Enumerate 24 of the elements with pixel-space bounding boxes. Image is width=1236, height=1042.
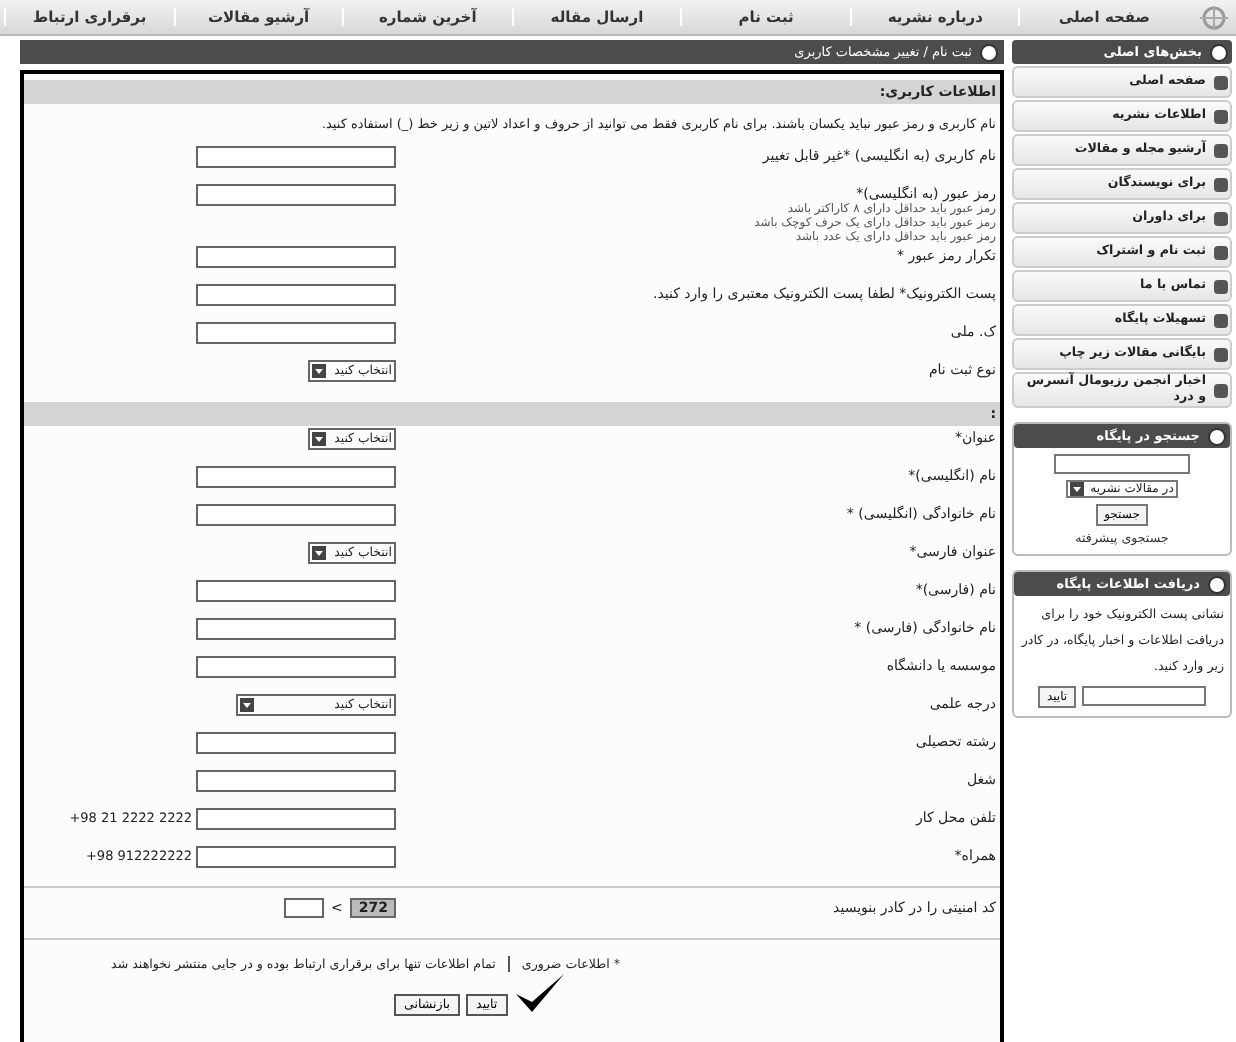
password-field[interactable] [196, 246, 396, 268]
caret-icon [312, 364, 327, 378]
check-icon [513, 972, 566, 1016]
caret-icon [312, 546, 327, 560]
text-field[interactable] [196, 656, 396, 678]
text-field[interactable] [196, 504, 396, 526]
text-field[interactable] [196, 846, 396, 868]
password-field[interactable] [196, 184, 396, 206]
text-field[interactable] [196, 322, 396, 344]
text-field[interactable] [196, 770, 396, 792]
text-field[interactable] [196, 580, 396, 602]
text-field[interactable] [196, 732, 396, 754]
text-field[interactable] [196, 618, 396, 640]
email-field[interactable] [1081, 686, 1206, 706]
text-field[interactable] [196, 284, 396, 306]
text-field[interactable] [196, 808, 396, 830]
text-field[interactable] [196, 146, 396, 168]
logo-icon [1196, 3, 1232, 31]
captcha-field[interactable] [283, 898, 323, 918]
search-field[interactable] [1054, 454, 1190, 474]
caret-icon [240, 698, 254, 712]
text-field[interactable] [196, 466, 396, 488]
caret-icon [312, 432, 327, 446]
caret-icon [1070, 482, 1085, 496]
